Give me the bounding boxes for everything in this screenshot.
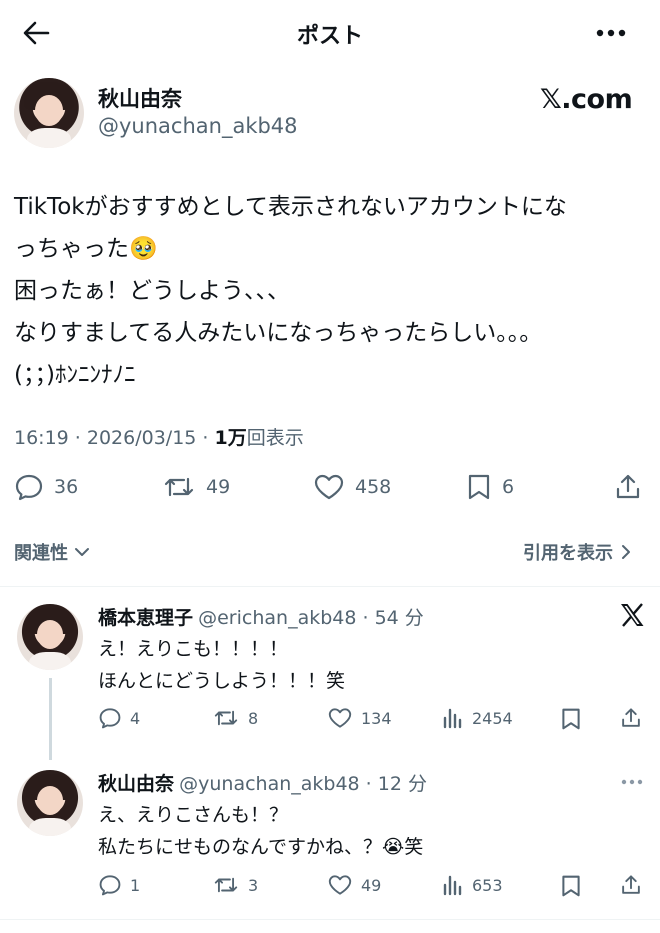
bookmark-count: 6 (502, 476, 515, 498)
more-icon[interactable] (621, 779, 643, 785)
timestamp-text: 16:19 · 2026/03/15 · (14, 427, 215, 449)
share-icon[interactable] (620, 873, 642, 897)
chevron-right-icon (621, 544, 631, 560)
reply-icon (14, 473, 44, 501)
reply-count: 36 (54, 476, 79, 498)
avatar[interactable] (14, 78, 84, 148)
like-count: 458 (355, 476, 392, 498)
reply-header[interactable]: 秋山由奈 @yunachan_akb48 · 12 分 (98, 769, 427, 796)
bookmark-icon[interactable] (560, 874, 582, 898)
reply-text: え！えりこも！！！！ ほんとにどうしよう！！！笑 (98, 638, 346, 692)
avatar[interactable] (17, 770, 83, 836)
repost-icon (212, 874, 240, 896)
display-name[interactable]: 秋山由奈 (98, 83, 182, 113)
share-icon[interactable] (614, 473, 642, 501)
views-count: 1万 (214, 427, 247, 449)
post-text: TikTokがおすすめとして表示されないアカウントにな っちゃった🥹 困ったぁ！… (14, 194, 567, 388)
divider (0, 919, 660, 920)
avatar[interactable] (17, 604, 83, 670)
repost-button[interactable]: 3 (212, 874, 258, 896)
reply-meta: @yunachan_akb48 · 12 分 (179, 773, 427, 795)
post-timestamp: 16:19 · 2026/03/15 · 1万回表示 (14, 423, 304, 450)
repost-button[interactable]: 8 (212, 707, 258, 729)
views-count: 653 (472, 875, 503, 895)
reply-display-name: 橋本恵理子 (98, 607, 194, 629)
reply-icon (98, 874, 122, 896)
x-logo-icon (619, 603, 645, 627)
like-button[interactable]: 458 (313, 473, 391, 501)
reply-meta: @erichan_akb48 · 54 分 (198, 607, 424, 629)
handle[interactable]: @yunachan_akb48 (98, 114, 298, 138)
reply-button[interactable]: 36 (14, 473, 78, 501)
thread-line (49, 678, 52, 760)
reply-header[interactable]: 橋本恵理子 @erichan_akb48 · 54 分 (98, 603, 424, 630)
views-label: 回表示 (246, 427, 304, 449)
reply-text: え、えりこさんも！？ 私たちにせものなんですかね、？😭笑 (98, 804, 424, 858)
more-icon[interactable] (596, 29, 626, 37)
reply-count: 4 (130, 708, 141, 728)
views-button[interactable]: 653 (442, 874, 503, 896)
repost-button[interactable]: 49 (162, 473, 230, 501)
like-icon (327, 874, 353, 896)
repost-icon (212, 707, 240, 729)
repost-count: 49 (206, 476, 231, 498)
like-icon (327, 707, 353, 729)
repost-icon (162, 473, 196, 501)
repost-count: 8 (248, 708, 259, 728)
view-quotes-link[interactable]: 引用を表示 (523, 539, 631, 565)
views-icon (442, 874, 464, 896)
reply-display-name: 秋山由奈 (98, 773, 175, 795)
like-count: 134 (361, 708, 392, 728)
like-button[interactable]: 49 (327, 874, 381, 896)
page-title: ポスト (296, 24, 363, 49)
bookmark-button[interactable]: 6 (466, 473, 514, 501)
bookmark-icon[interactable] (560, 707, 582, 731)
chevron-down-icon (74, 546, 90, 558)
relevance-sort[interactable]: 関連性 (14, 539, 90, 565)
repost-count: 3 (248, 875, 259, 895)
share-icon[interactable] (620, 706, 642, 730)
views-icon (442, 707, 464, 729)
views-count: 2454 (472, 708, 513, 728)
view-quotes-label: 引用を表示 (523, 543, 613, 564)
relevance-label: 関連性 (14, 543, 68, 564)
views-button[interactable]: 2454 (442, 707, 513, 729)
like-button[interactable]: 134 (327, 707, 392, 729)
reply-button[interactable]: 1 (98, 874, 140, 896)
reply-count: 1 (130, 875, 141, 895)
reply-button[interactable]: 4 (98, 707, 140, 729)
reply-icon (98, 707, 122, 729)
bookmark-icon (466, 473, 492, 501)
x-com-brand: 𝕏.com (540, 84, 633, 115)
divider (0, 586, 660, 587)
like-count: 49 (361, 875, 382, 895)
like-icon (313, 473, 345, 501)
